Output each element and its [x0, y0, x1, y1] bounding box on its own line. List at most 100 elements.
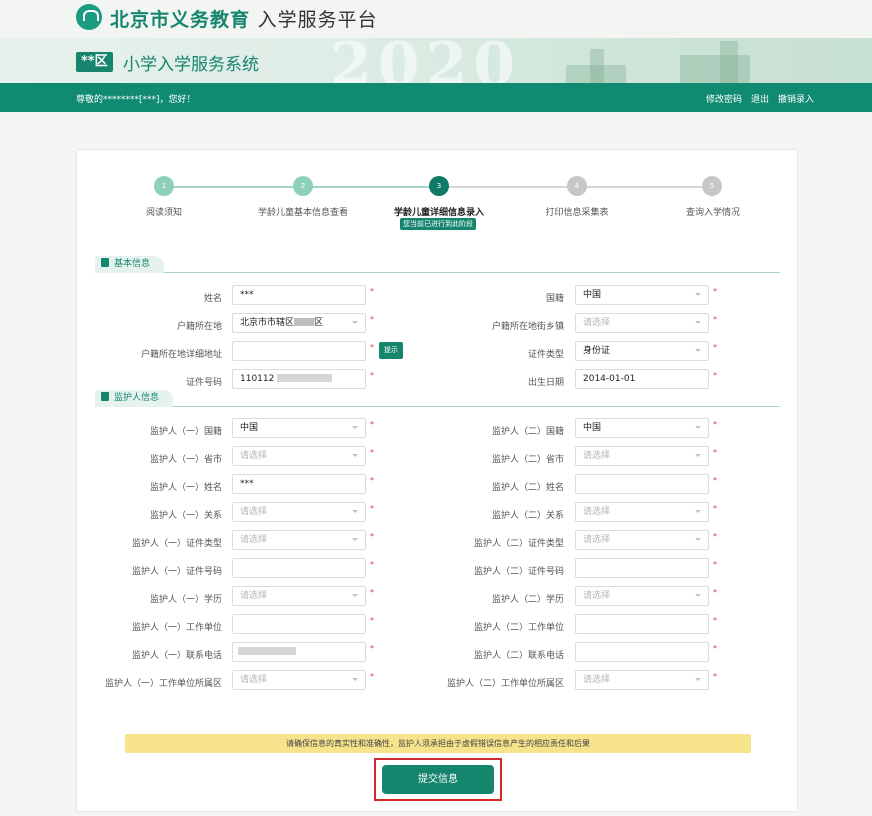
tip-button[interactable]: 提示: [379, 342, 403, 359]
name-field[interactable]: ***: [232, 285, 366, 305]
required-mark: *: [370, 588, 374, 597]
g2-phone-label: 监护人（二）联系电话: [473, 651, 564, 661]
g1-employer-field[interactable]: [232, 614, 366, 634]
step-5-marker: 5: [702, 176, 722, 196]
chevron-down-icon: [695, 426, 701, 429]
required-mark: *: [713, 315, 717, 324]
g2-nationality-select[interactable]: 中国: [575, 418, 709, 438]
g1-province-select[interactable]: 请选择: [232, 446, 366, 466]
progress-steps: 1 2 3 4 5 阅读须知 学龄儿童基本信息查看 学龄儿童详细信息录入 打印信…: [77, 150, 799, 240]
idno-label: 证件号码: [185, 378, 222, 388]
basic-info-section-header: 基本信息: [95, 256, 780, 273]
required-mark: *: [370, 315, 374, 324]
guardian-info-tab: 监护人信息: [95, 390, 174, 407]
g2-province-label: 监护人（二）省市: [491, 455, 564, 465]
change-password-link[interactable]: 修改密码: [706, 92, 742, 105]
g2-education-label: 监护人（二）学历: [491, 595, 564, 605]
chevron-down-icon: [695, 321, 701, 324]
hukou-label: 户籍所在地: [176, 322, 222, 332]
g2-employer-district-select[interactable]: 请选择: [575, 670, 709, 690]
required-mark: *: [713, 371, 717, 380]
step-4-label: 打印信息采集表: [545, 208, 609, 218]
required-mark: *: [370, 560, 374, 569]
guardian-section-header: 监护人信息: [95, 390, 780, 407]
required-mark: *: [713, 616, 717, 625]
banner-year-deco: 2020: [330, 38, 521, 83]
masked-text: [277, 374, 333, 382]
g1-relation-select[interactable]: 请选择: [232, 502, 366, 522]
chevron-down-icon: [352, 426, 358, 429]
step-4-marker: 4: [567, 176, 587, 196]
district-badge: **区: [76, 52, 113, 72]
birth-label: 出生日期: [527, 378, 564, 388]
step-connector: [448, 186, 576, 188]
birth-date-field[interactable]: 2014-01-01: [575, 369, 709, 389]
required-mark: *: [713, 672, 717, 681]
g2-education-select[interactable]: 请选择: [575, 586, 709, 606]
submit-button[interactable]: 提交信息: [382, 765, 494, 794]
platform-logo-icon: [76, 4, 102, 30]
submit-highlight: 提交信息: [374, 758, 502, 801]
step-1-label: 阅读须知: [145, 208, 183, 218]
required-mark: *: [370, 672, 374, 681]
name-label: 姓名: [203, 294, 222, 304]
current-step-badge: 您当前已进行到此阶段: [400, 218, 476, 230]
g1-employer-district-select[interactable]: 请选择: [232, 670, 366, 690]
idtype-select[interactable]: 身份证: [575, 341, 709, 361]
step-1-marker: 1: [154, 176, 174, 196]
g1-idno-field[interactable]: [232, 558, 366, 578]
required-mark: *: [370, 287, 374, 296]
chevron-down-icon: [695, 454, 701, 457]
pagoda-deco-icon: [590, 49, 604, 83]
g1-employer-district-label: 监护人（一）工作单位所属区: [104, 679, 222, 689]
logout-link[interactable]: 退出: [751, 92, 769, 105]
chevron-down-icon: [352, 321, 358, 324]
street-select[interactable]: 请选择: [575, 313, 709, 333]
required-mark: *: [370, 476, 374, 485]
address-field[interactable]: [232, 341, 366, 361]
required-mark: *: [713, 560, 717, 569]
g2-idtype-select[interactable]: 请选择: [575, 530, 709, 550]
required-mark: *: [713, 588, 717, 597]
idtype-label: 证件类型: [527, 350, 564, 360]
form-card: 1 2 3 4 5 阅读须知 学龄儿童基本信息查看 学龄儿童详细信息录入 打印信…: [76, 149, 798, 812]
g1-nationality-select[interactable]: 中国: [232, 418, 366, 438]
g1-phone-field[interactable]: [232, 642, 366, 662]
g2-phone-field[interactable]: [575, 642, 709, 662]
g1-name-field[interactable]: ***: [232, 474, 366, 494]
g2-relation-label: 监护人（二）关系: [491, 511, 564, 521]
responsibility-notice: 请确保信息的真实性和准确性，监护人须承担由于虚假错误信息产生的相应责任和后果: [125, 734, 751, 753]
idno-field[interactable]: 110112: [232, 369, 366, 389]
g2-name-field[interactable]: [575, 474, 709, 494]
nationality-select[interactable]: 中国: [575, 285, 709, 305]
system-name: 小学入学服务系统: [123, 55, 259, 75]
required-mark: *: [370, 343, 374, 352]
g1-education-label: 监护人（一）学历: [149, 595, 222, 605]
required-mark: *: [370, 644, 374, 653]
g1-idtype-select[interactable]: 请选择: [232, 530, 366, 550]
g1-phone-label: 监护人（一）联系电话: [131, 651, 222, 661]
required-mark: *: [370, 532, 374, 541]
user-greeting: 尊敬的********[***]，您好！: [76, 95, 196, 105]
required-mark: *: [713, 287, 717, 296]
required-mark: *: [370, 448, 374, 457]
g2-idno-label: 监护人（二）证件号码: [473, 567, 564, 577]
g2-idno-field[interactable]: [575, 558, 709, 578]
g2-name-label: 监护人（二）姓名: [491, 483, 564, 493]
masked-text: [294, 318, 315, 326]
g1-education-select[interactable]: 请选择: [232, 586, 366, 606]
platform-title: 北京市义务教育 入学服务平台: [110, 9, 378, 31]
chevron-down-icon: [695, 293, 701, 296]
document-icon: [101, 392, 109, 401]
step-3-label: 学龄儿童详细信息录入: [393, 208, 485, 218]
g2-province-select[interactable]: 请选择: [575, 446, 709, 466]
top-header: 北京市义务教育 入学服务平台: [0, 0, 872, 38]
hukou-select[interactable]: 北京市市辖区区: [232, 313, 366, 333]
required-mark: *: [713, 644, 717, 653]
g2-relation-select[interactable]: 请选择: [575, 502, 709, 522]
undo-entry-link[interactable]: 撤销录入: [778, 92, 814, 105]
address-label: 户籍所在地详细地址: [140, 350, 222, 360]
chevron-down-icon: [695, 510, 701, 513]
required-mark: *: [713, 343, 717, 352]
g2-employer-field[interactable]: [575, 614, 709, 634]
